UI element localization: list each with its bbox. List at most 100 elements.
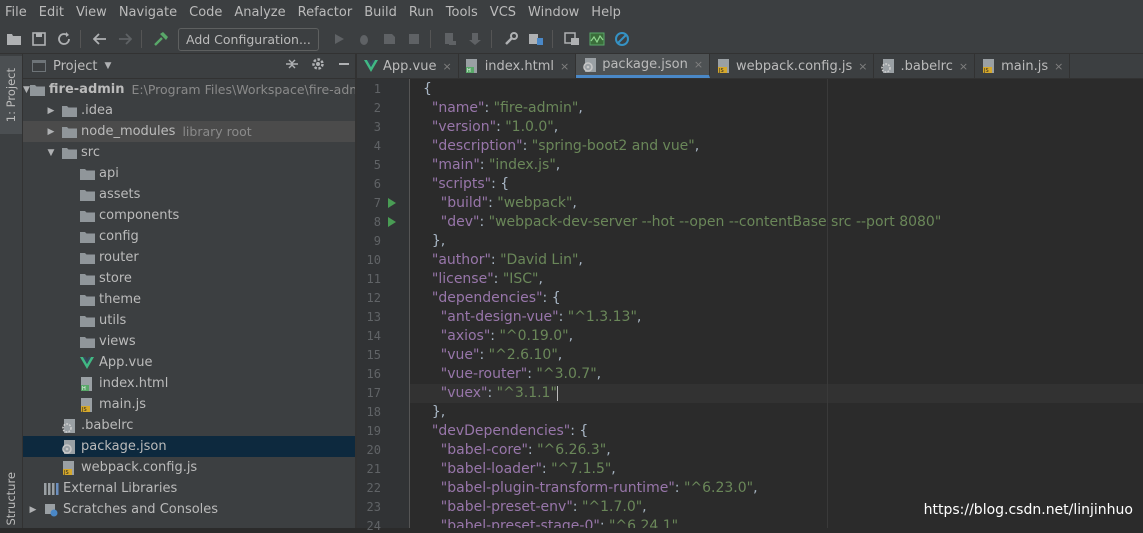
project-tool-tab[interactable]: 1: Project (0, 56, 22, 134)
vcs-operations-icon[interactable] (561, 28, 583, 50)
back-arrow-icon[interactable] (89, 28, 111, 50)
power-save-icon[interactable] (611, 28, 633, 50)
add-configuration-button[interactable]: Add Configuration... (178, 27, 319, 51)
code-line[interactable]: "babel-preset-stage-0": "^6.24.1" (423, 517, 678, 528)
tree-item-index-html[interactable]: Hindex.html (23, 373, 355, 394)
tree-item-router[interactable]: router (23, 247, 355, 268)
tree-item-external-libraries[interactable]: External Libraries (23, 478, 355, 499)
editor-tab-index-html[interactable]: Hindex.html × (459, 54, 577, 78)
menu-file[interactable]: File (0, 0, 33, 25)
run-script-icon[interactable] (388, 198, 396, 208)
code-line[interactable]: "dev": "webpack-dev-server --hot --open … (423, 213, 941, 232)
code-line[interactable]: "author": "David Lin", (423, 251, 583, 270)
code-line[interactable]: "babel-core": "^6.26.3", (423, 441, 611, 460)
tree-item-api[interactable]: api (23, 163, 355, 184)
collapse-all-icon[interactable] (285, 57, 299, 75)
code-editor[interactable]: { "name": "fire-admin", "version": "1.0.… (410, 79, 1143, 528)
menu-edit[interactable]: Edit (33, 0, 70, 25)
menu-navigate[interactable]: Navigate (113, 0, 183, 25)
code-line[interactable]: { (423, 80, 432, 99)
hide-panel-icon[interactable] (337, 57, 351, 75)
tree-item-app-vue[interactable]: App.vue (23, 352, 355, 373)
tree-item-node-modules[interactable]: ▶ node_modules library root (23, 121, 355, 142)
code-line[interactable]: "main": "index.js", (423, 156, 560, 175)
menu-analyze[interactable]: Analyze (228, 0, 291, 25)
close-tab-icon[interactable]: × (442, 60, 451, 73)
code-line[interactable]: "version": "1.0.0", (423, 118, 558, 137)
run-script-icon[interactable] (388, 217, 396, 227)
close-tab-icon[interactable]: × (959, 60, 968, 73)
code-line[interactable]: "vuex": "^3.1.1" (423, 384, 558, 403)
code-line[interactable]: "name": "fire-admin", (423, 99, 583, 118)
editor-tab-webpack-config-js[interactable]: JS webpack.config.js × (710, 54, 875, 78)
project-panel-title[interactable]: Project (53, 59, 97, 74)
tree-item-scratches-and-consoles[interactable]: ▶ Scratches and Consoles (23, 499, 355, 520)
close-tab-icon[interactable]: × (858, 60, 867, 73)
close-tab-icon[interactable]: × (694, 58, 703, 71)
sync-icon[interactable] (53, 28, 75, 50)
code-line[interactable]: "babel-plugin-transform-runtime": "^6.23… (423, 479, 758, 498)
wrench-settings-icon[interactable] (500, 28, 522, 50)
vcs-update-icon[interactable] (439, 28, 461, 50)
code-line[interactable]: "babel-loader": "^7.1.5", (423, 460, 616, 479)
tree-item-views[interactable]: views (23, 331, 355, 352)
tree-item-assets[interactable]: assets (23, 184, 355, 205)
vcs-commit-icon[interactable] (464, 28, 486, 50)
open-folder-icon[interactable] (3, 28, 25, 50)
code-line[interactable]: "dependencies": { (423, 289, 561, 308)
project-structure-icon[interactable] (525, 28, 547, 50)
tree-item-components[interactable]: components (23, 205, 355, 226)
gear-icon[interactable] (311, 57, 325, 75)
menu-build[interactable]: Build (358, 0, 403, 25)
expand-arrow-icon[interactable]: ▼ (23, 85, 30, 95)
activity-monitor-icon[interactable] (586, 28, 608, 50)
editor-tab-app-vue[interactable]: App.vue × (357, 54, 459, 78)
code-line[interactable]: "ant-design-vue": "^1.3.13", (423, 308, 642, 327)
code-line[interactable]: }, (423, 232, 445, 251)
build-hammer-icon[interactable] (150, 28, 172, 50)
menu-vcs[interactable]: VCS (484, 0, 522, 25)
tree-item-babelrc[interactable]: .babelrc (23, 415, 355, 436)
tree-item-config[interactable]: config (23, 226, 355, 247)
run-icon[interactable] (328, 28, 350, 50)
tree-item-webpack-config-js[interactable]: JS webpack.config.js (23, 457, 355, 478)
close-tab-icon[interactable]: × (1054, 60, 1063, 73)
menu-tools[interactable]: Tools (440, 0, 484, 25)
collapse-arrow-icon[interactable]: ▶ (45, 127, 57, 137)
tree-item-theme[interactable]: theme (23, 289, 355, 310)
code-line[interactable]: "axios": "^0.19.0", (423, 327, 573, 346)
code-line[interactable]: "vue": "^2.6.10", (423, 346, 562, 365)
code-line[interactable]: "build": "webpack", (423, 194, 577, 213)
code-line[interactable]: "babel-preset-env": "^1.7.0", (423, 498, 647, 517)
code-line[interactable]: "scripts": { (423, 175, 509, 194)
menu-view[interactable]: View (70, 0, 113, 25)
menu-code[interactable]: Code (183, 0, 228, 25)
menu-run[interactable]: Run (403, 0, 440, 25)
debug-bug-icon[interactable] (353, 28, 375, 50)
code-line[interactable]: "description": "spring-boot2 and vue", (423, 137, 699, 156)
structure-tool-tab[interactable]: Structure (0, 470, 22, 528)
collapse-arrow-icon[interactable]: ▶ (27, 505, 39, 515)
project-view-dropdown-icon[interactable]: ▼ (104, 61, 111, 71)
close-tab-icon[interactable]: × (560, 60, 569, 73)
tree-item-fire-admin[interactable]: ▼ fire-admin E:\Program Files\Workspace\fi… (23, 79, 355, 100)
menu-window[interactable]: Window (522, 0, 585, 25)
save-all-icon[interactable] (28, 28, 50, 50)
code-line[interactable]: "vue-router": "^3.0.7", (423, 365, 601, 384)
tree-item-src[interactable]: ▼ src (23, 142, 355, 163)
forward-arrow-icon[interactable] (114, 28, 136, 50)
code-line[interactable]: "devDependencies": { (423, 422, 588, 441)
editor-tab-package-json[interactable]: package.json × (576, 54, 711, 78)
editor-tab-main-js[interactable]: JS main.js × (975, 54, 1071, 78)
menu-help[interactable]: Help (585, 0, 627, 25)
tree-item-utils[interactable]: utils (23, 310, 355, 331)
code-line[interactable]: }, (423, 403, 445, 422)
collapse-arrow-icon[interactable]: ▶ (45, 106, 57, 116)
coverage-icon[interactable] (378, 28, 400, 50)
tree-item-idea[interactable]: ▶ .idea (23, 100, 355, 121)
menu-refactor[interactable]: Refactor (292, 0, 359, 25)
code-line[interactable]: "license": "ISC", (423, 270, 543, 289)
tree-item-store[interactable]: store (23, 268, 355, 289)
tree-item-package-json[interactable]: package.json (23, 436, 355, 457)
expand-arrow-icon[interactable]: ▼ (45, 148, 57, 158)
